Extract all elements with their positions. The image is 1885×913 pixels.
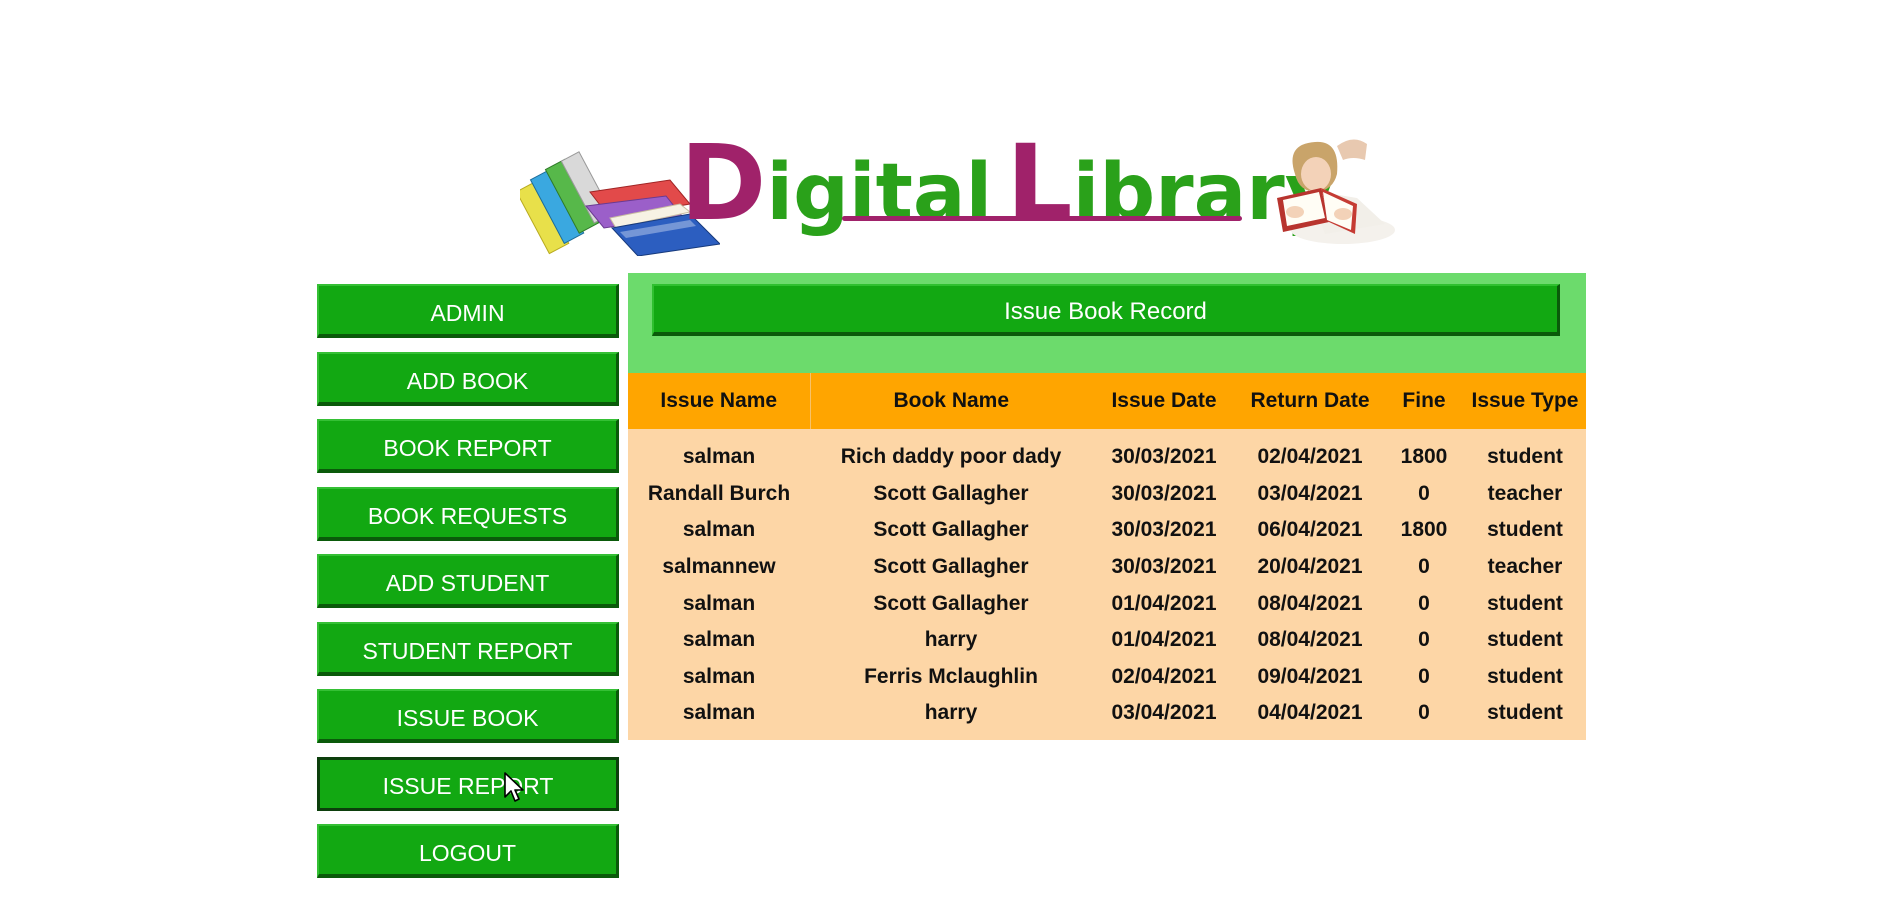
cell-issue-date: 30/03/2021	[1092, 512, 1236, 549]
cell-issue-date: 30/03/2021	[1092, 429, 1236, 476]
cell-issue-date: 01/04/2021	[1092, 621, 1236, 659]
cell-return-date: 20/04/2021	[1236, 548, 1384, 586]
table-row: salman Ferris Mclaughlin 02/04/2021 09/0…	[628, 658, 1586, 696]
cell-issue-name: Randall Burch	[628, 475, 810, 513]
sidebar-nav: ADMIN ADD BOOK BOOK REPORT BOOK REQUESTS…	[317, 284, 619, 892]
table-row: salman Rich daddy poor dady 30/03/2021 0…	[628, 429, 1586, 476]
cell-issue-name: salman	[628, 585, 810, 622]
cell-return-date: 08/04/2021	[1236, 621, 1384, 659]
column-header-issue-name: Issue Name	[628, 373, 811, 429]
cell-issue-name: salman	[628, 695, 810, 740]
cell-book-name: Rich daddy poor dady	[810, 429, 1092, 476]
column-header-issue-date: Issue Date	[1092, 373, 1236, 429]
cell-issue-name: salmannew	[628, 548, 810, 586]
sidebar-item-admin[interactable]: ADMIN	[317, 284, 619, 338]
cell-issue-type: student	[1464, 512, 1586, 549]
mouse-cursor-icon	[504, 772, 524, 802]
column-header-return-date: Return Date	[1236, 373, 1384, 429]
sidebar-item-issue-report[interactable]: ISSUE REPORT	[317, 756, 619, 811]
cell-issue-name: salman	[628, 658, 810, 696]
column-header-fine: Fine	[1384, 373, 1464, 429]
table-header-row: Issue Name Book Name Issue Date Return D…	[628, 373, 1586, 429]
sidebar-item-add-book[interactable]: ADD BOOK	[317, 351, 619, 406]
cell-issue-type: student	[1464, 658, 1586, 696]
column-header-book-name: Book Name	[810, 373, 1092, 429]
table-row: salman harry 01/04/2021 08/04/2021 0 stu…	[628, 621, 1586, 659]
page-title: Issue Book Record	[652, 284, 1560, 336]
cell-book-name: Scott Gallagher	[810, 475, 1092, 513]
cell-issue-date: 03/04/2021	[1092, 695, 1236, 740]
cell-return-date: 09/04/2021	[1236, 658, 1384, 696]
issue-record-panel: Issue Book Record Issue Name Book Name I…	[628, 273, 1586, 740]
cell-book-name: harry	[810, 621, 1092, 659]
cell-book-name: Scott Gallagher	[810, 548, 1092, 586]
sidebar-item-student-report[interactable]: STUDENT REPORT	[317, 621, 619, 676]
cell-issue-name: salman	[628, 429, 810, 476]
logo-underline	[842, 216, 1242, 221]
cell-return-date: 06/04/2021	[1236, 512, 1384, 549]
table-row: salman Scott Gallagher 30/03/2021 06/04/…	[628, 512, 1586, 549]
cell-book-name: Scott Gallagher	[810, 585, 1092, 622]
cell-issue-date: 30/03/2021	[1092, 475, 1236, 513]
cell-book-name: Ferris Mclaughlin	[810, 658, 1092, 696]
table-row: salman harry 03/04/2021 04/04/2021 0 stu…	[628, 695, 1586, 740]
cell-return-date: 04/04/2021	[1236, 695, 1384, 740]
cell-issue-date: 02/04/2021	[1092, 658, 1236, 696]
cell-issue-date: 30/03/2021	[1092, 548, 1236, 586]
issue-records-table: Issue Name Book Name Issue Date Return D…	[628, 373, 1586, 740]
cell-issue-type: teacher	[1464, 548, 1586, 586]
digital-library-logo: Digital Library	[520, 128, 1400, 258]
girl-reading-book-icon	[1277, 139, 1395, 244]
cell-issue-name: salman	[628, 621, 810, 659]
cell-return-date: 08/04/2021	[1236, 585, 1384, 622]
cell-fine: 0	[1384, 585, 1464, 622]
cell-book-name: Scott Gallagher	[810, 512, 1092, 549]
cell-fine: 0	[1384, 695, 1464, 740]
cell-fine: 0	[1384, 658, 1464, 696]
cell-fine: 1800	[1384, 429, 1464, 476]
table-row: salmannew Scott Gallagher 30/03/2021 20/…	[628, 548, 1586, 586]
cell-return-date: 03/04/2021	[1236, 475, 1384, 513]
sidebar-item-logout[interactable]: LOGOUT	[317, 824, 619, 878]
cell-fine: 0	[1384, 475, 1464, 513]
cell-issue-name: salman	[628, 512, 810, 549]
page: Digital Library ADMIN ADD BOOK BOOK REPOR…	[0, 0, 1885, 913]
cell-return-date: 02/04/2021	[1236, 429, 1384, 476]
sidebar-item-book-requests[interactable]: BOOK REQUESTS	[317, 486, 619, 541]
cell-fine: 0	[1384, 548, 1464, 586]
table-row: salman Scott Gallagher 01/04/2021 08/04/…	[628, 585, 1586, 622]
cell-book-name: harry	[810, 695, 1092, 740]
cell-fine: 0	[1384, 621, 1464, 659]
panel-header-area: Issue Book Record	[628, 273, 1586, 373]
sidebar-item-book-report[interactable]: BOOK REPORT	[317, 419, 619, 473]
cell-issue-type: student	[1464, 585, 1586, 622]
sidebar-item-add-student[interactable]: ADD STUDENT	[317, 554, 619, 608]
cell-issue-type: student	[1464, 695, 1586, 740]
table-row: Randall Burch Scott Gallagher 30/03/2021…	[628, 475, 1586, 513]
cell-issue-type: student	[1464, 429, 1586, 476]
cell-issue-type: student	[1464, 621, 1586, 659]
sidebar-item-issue-book[interactable]: ISSUE BOOK	[317, 689, 619, 743]
cell-issue-type: teacher	[1464, 475, 1586, 513]
cell-issue-date: 01/04/2021	[1092, 585, 1236, 622]
cell-fine: 1800	[1384, 512, 1464, 549]
column-header-issue-type: Issue Type	[1464, 373, 1586, 429]
